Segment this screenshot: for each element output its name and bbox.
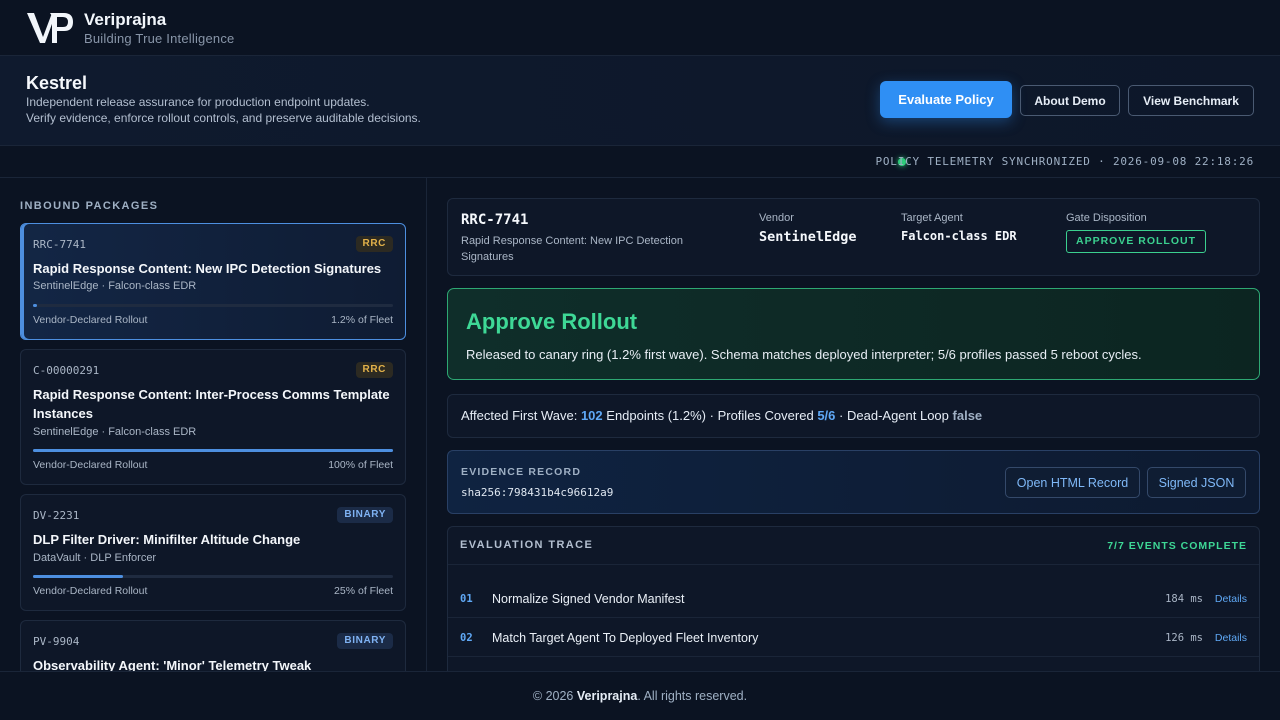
dead-agent-loop-label: Dead-Agent Loop [846, 408, 949, 423]
impact-summary: Affected First Wave: 102 Endpoints (1.2%… [447, 394, 1260, 438]
inbound-packages-label: INBOUND PACKAGES [20, 200, 159, 212]
view-benchmark-button[interactable]: View Benchmark [1128, 85, 1254, 116]
trace-step-duration: 126 ms [1165, 632, 1203, 644]
trace-step-name: Normalize Signed Vendor Manifest [492, 592, 685, 606]
rollout-progress-bar [33, 449, 393, 452]
trace-step-duration: 184 ms [1165, 593, 1203, 605]
trace-row: 01 Normalize Signed Vendor Manifest 184 … [448, 579, 1259, 618]
package-type-badge: RRC [355, 236, 393, 252]
summary-description: Rapid Response Content: New IPC Detectio… [461, 235, 683, 263]
package-title: Rapid Response Content: New IPC Detectio… [33, 261, 382, 276]
package-card[interactable]: RRC-7741 RRC Rapid Response Content: New… [20, 223, 406, 340]
gate-disposition-label: Gate Disposition [1066, 212, 1147, 224]
evidence-record-label: EVIDENCE RECORD [461, 466, 582, 478]
trace-step-number: 01 [460, 593, 473, 605]
footer-rights: . All rights reserved. [637, 689, 748, 703]
first-wave-suffix: Endpoints (1.2%) · [606, 408, 714, 423]
rollout-progress-bar [33, 304, 393, 307]
package-id: DV-2231 [33, 509, 80, 522]
rollout-progress-bar [33, 575, 393, 578]
evaluate-policy-button[interactable]: Evaluate Policy [880, 81, 1012, 118]
open-html-record-button[interactable]: Open HTML Record [1005, 467, 1140, 498]
package-vendor: SentinelEdge · Falcon-class EDR [33, 280, 197, 292]
target-agent-label: Target Agent [901, 212, 963, 224]
evaluation-trace: EVALUATION TRACE 7/7 EVENTS COMPLETE 01 … [447, 526, 1260, 686]
package-vendor: DataVault · DLP Enforcer [33, 552, 157, 564]
dead-agent-loop-value: false [952, 408, 983, 423]
trace-title: EVALUATION TRACE [460, 539, 594, 551]
rollout-progress-fill [33, 575, 123, 578]
rollout-value: 100% of Fleet [328, 459, 393, 471]
trace-row: 02 Match Target Agent To Deployed Fleet … [448, 618, 1259, 657]
impact-separator: · [839, 408, 844, 423]
inbound-packages-panel: INBOUND PACKAGES RRC-7741 RRC Rapid Resp… [0, 178, 427, 671]
package-type-badge: RRC [355, 362, 393, 378]
footer-brand: Veriprajna [576, 689, 638, 703]
rollout-progress-fill [33, 449, 393, 452]
trace-step-number: 02 [460, 632, 473, 644]
first-wave-label: Affected First Wave: [461, 408, 578, 423]
package-card[interactable]: C-00000291 RRC Rapid Response Content: I… [20, 349, 406, 485]
package-card[interactable]: PV-9904 BINARY Observability Agent: 'Min… [20, 620, 406, 671]
trace-event-count: 7/7 EVENTS COMPLETE [1107, 540, 1247, 552]
verdict-text: Released to canary ring (1.2% first wave… [466, 347, 1142, 362]
package-summary: RRC-7741 Rapid Response Content: New IPC… [447, 198, 1260, 276]
rollout-value: 1.2% of Fleet [331, 314, 393, 326]
package-title: Observability Agent: 'Minor' Telemetry T… [33, 658, 312, 671]
rollout-progress-fill [33, 304, 38, 307]
rollout-label: Vendor-Declared Rollout [33, 314, 148, 326]
package-id: PV-9904 [33, 635, 80, 648]
first-wave-value: 102 [580, 408, 603, 423]
vendor-value: SentinelEdge [759, 229, 857, 245]
package-id: RRC-7741 [33, 238, 86, 251]
trace-details-link[interactable]: Details [1215, 593, 1247, 605]
brand-name: Veriprajna [84, 10, 167, 29]
app-subtitle-line1: Independent release assurance for produc… [26, 95, 370, 109]
target-agent-value: Falcon-class EDR [901, 229, 1017, 243]
status-text: POLICY TELEMETRY SYNCHRONIZED · 2026-09-… [875, 155, 1254, 168]
profiles-covered-label: Profiles Covered [717, 408, 814, 423]
package-id: C-00000291 [33, 364, 100, 377]
evidence-record: EVIDENCE RECORD sha256:798431b4c96612a9 … [447, 450, 1260, 514]
signed-json-button[interactable]: Signed JSON [1147, 467, 1246, 498]
vendor-label: Vendor [759, 212, 794, 224]
footer: © 2026 Veriprajna. All rights reserved. [0, 671, 1280, 720]
trace-header: EVALUATION TRACE 7/7 EVENTS COMPLETE [448, 527, 1259, 565]
brand-tagline: Building True Intelligence [84, 31, 235, 46]
package-title: Rapid Response Content: Inter-Process Co… [33, 387, 390, 421]
package-vendor: SentinelEdge · Falcon-class EDR [33, 426, 197, 438]
about-demo-button[interactable]: About Demo [1020, 85, 1120, 116]
package-type-badge: BINARY [337, 507, 393, 523]
trace-step-name: Match Target Agent To Deployed Fleet Inv… [492, 631, 759, 645]
gate-disposition-badge: APPROVE ROLLOUT [1066, 230, 1207, 253]
evidence-hash: sha256:798431b4c96612a9 [461, 486, 614, 499]
package-title: DLP Filter Driver: Minifilter Altitude C… [33, 532, 301, 547]
status-bar: POLICY TELEMETRY SYNCHRONIZED · 2026-09-… [0, 146, 1280, 178]
app-title: Kestrel [26, 73, 88, 93]
profiles-covered-value: 5/6 [817, 408, 836, 423]
rollout-label: Vendor-Declared Rollout [33, 585, 148, 597]
brand-bar: Veriprajna Building True Intelligence [0, 0, 1280, 56]
rollout-label: Vendor-Declared Rollout [33, 459, 148, 471]
veriprajna-logo-icon[interactable] [26, 10, 74, 46]
trace-details-link[interactable]: Details [1215, 632, 1247, 644]
summary-package-id: RRC-7741 [461, 212, 529, 228]
package-card[interactable]: DV-2231 BINARY DLP Filter Driver: Minifi… [20, 494, 406, 611]
app-header: Kestrel Independent release assurance fo… [0, 56, 1280, 146]
footer-copyright: © 2026 [532, 689, 574, 703]
app-subtitle-line2: Verify evidence, enforce rollout control… [26, 111, 421, 125]
rollout-value: 25% of Fleet [334, 585, 393, 597]
verdict-panel: Approve Rollout Released to canary ring … [447, 288, 1260, 380]
package-type-badge: BINARY [337, 633, 393, 649]
verdict-title: Approve Rollout [466, 309, 638, 334]
